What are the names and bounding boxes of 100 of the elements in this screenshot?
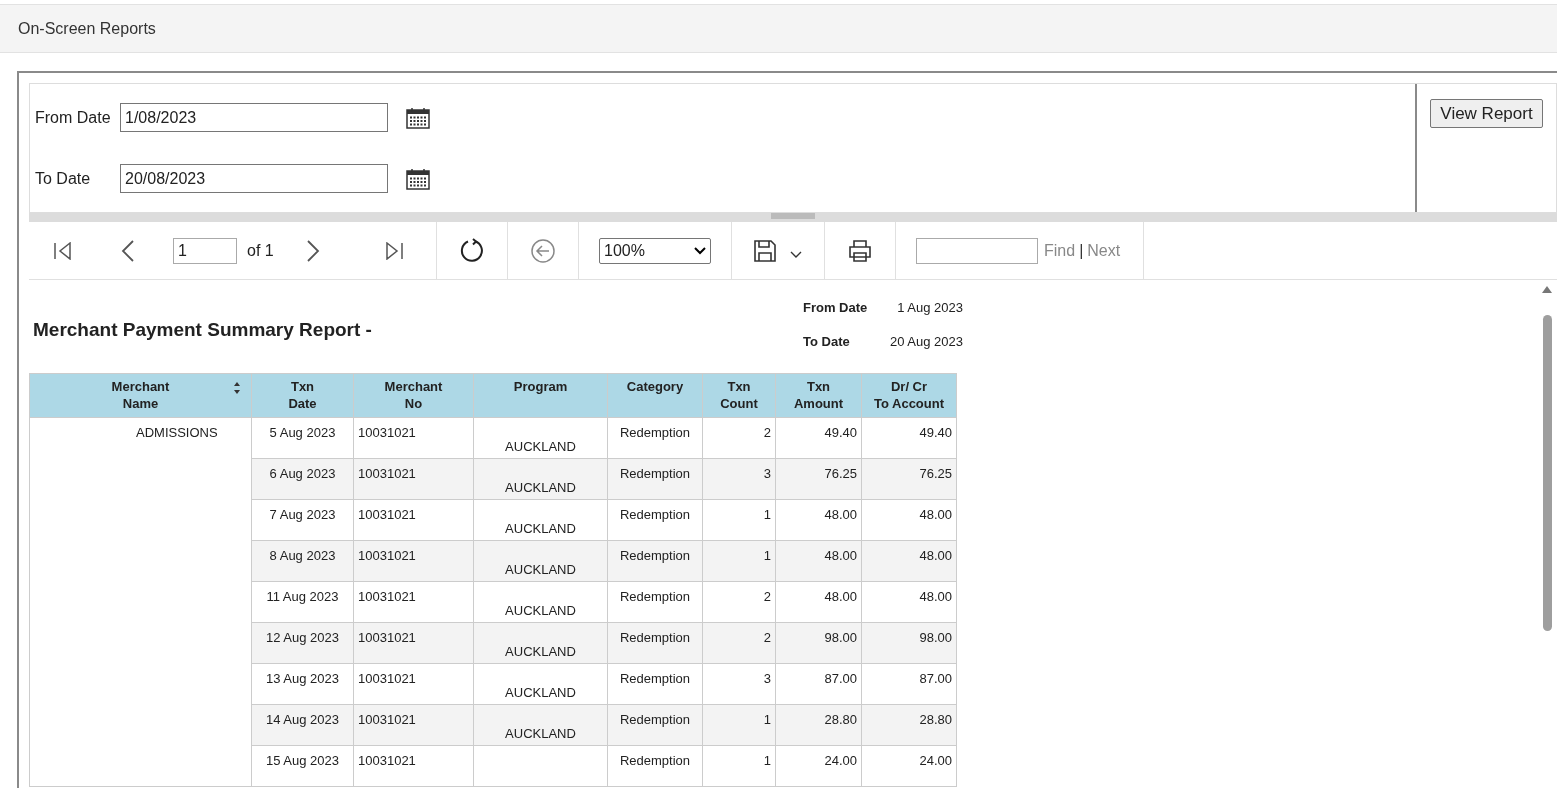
merchant-no-cell: 10031021 [353,540,474,582]
first-page-icon[interactable] [53,241,73,260]
date-cell: 6 Aug 2023 [251,458,354,500]
program-cell: AUCKLAND [473,499,608,541]
date-cell: 8 Aug 2023 [251,540,354,582]
date-cell: 15 Aug 2023 [251,745,354,787]
program-cell: AUCKLAND [473,540,608,582]
program-cell: AUCKLAND [473,458,608,500]
category-cell: Redemption [607,417,703,459]
account-cell: 98.00 [861,622,957,664]
count-cell: 2 [702,581,776,623]
program-cell: AUCKLAND [473,704,608,746]
program-cell: AUCKLAND [473,663,608,705]
date-cell: 12 Aug 2023 [251,622,354,664]
date-cell: 13 Aug 2023 [251,663,354,705]
separator-text: | [1079,240,1084,261]
count-cell: 3 [702,458,776,500]
previous-page-icon[interactable] [121,239,135,262]
column-header: Dr/ Cr To Account [861,373,957,418]
column-header: Txn Count [702,373,776,418]
column-header: Txn Amount [775,373,862,418]
merchant-name-cell: ADMISSIONS [29,417,252,787]
account-cell: 48.00 [861,581,957,623]
merchant-no-cell: 10031021 [353,458,474,500]
meta-label: To Date [803,332,851,351]
column-header: Merchant No [353,373,474,418]
category-cell: Redemption [607,540,703,582]
amount-cell: 48.00 [775,499,862,541]
merchant-no-cell: 10031021 [353,745,474,787]
account-cell: 49.40 [861,417,957,459]
zoom-select[interactable]: 100% [599,237,711,264]
dropdown-icon[interactable] [694,246,706,255]
meta-value: 1 Aug 2023 [896,299,963,317]
count-cell: 2 [702,622,776,664]
program-cell: AUCKLAND [473,417,608,459]
category-cell: Redemption [607,581,703,623]
print-icon[interactable] [848,238,872,263]
scroll-up-icon[interactable] [1542,286,1552,293]
column-header: Category [607,373,703,418]
amount-cell: 98.00 [775,622,862,664]
find-link[interactable]: Find [1044,238,1076,263]
account-cell: 48.00 [861,540,957,582]
merchant-no-cell: 10031021 [353,704,474,746]
column-header: Txn Date [251,373,354,418]
account-cell: 87.00 [861,663,957,705]
count-cell: 1 [702,745,776,787]
merchant-no-cell: 10031021 [353,663,474,705]
next-page-icon[interactable] [305,239,320,262]
account-cell: 48.00 [861,499,957,541]
merchant-no-cell: 10031021 [353,581,474,623]
category-cell: Redemption [607,499,703,541]
refresh-icon[interactable] [459,237,485,264]
parameter-label: To Date [35,168,92,189]
account-cell: 24.00 [861,745,957,787]
amount-cell: 49.40 [775,417,862,459]
report-title: Merchant Payment Summary Report - [32,318,373,342]
parameter-label: From Date [35,107,112,128]
category-cell: Redemption [607,622,703,664]
meta-value: 20 Aug 2023 [888,332,963,351]
sort-icon[interactable] [233,381,241,395]
amount-cell: 87.00 [775,663,862,705]
count-cell: 3 [702,663,776,705]
page-title: On-Screen Reports [18,18,156,39]
column-header: Program [473,373,608,418]
amount-cell: 48.00 [775,540,862,582]
calendar-icon[interactable] [406,106,430,129]
date-input[interactable]: 20/08/2023 [120,164,388,193]
merchant-no-cell: 10031021 [353,417,474,459]
category-cell: Redemption [607,458,703,500]
next-link[interactable]: Next [1087,238,1121,263]
account-cell: 76.25 [861,458,957,500]
program-cell: AUCKLAND [473,581,608,623]
page-count: of 1 [247,240,274,261]
caret-icon[interactable] [790,250,802,259]
count-cell: 2 [702,417,776,459]
category-cell: Redemption [607,745,703,787]
calendar-icon[interactable] [406,167,430,190]
date-cell: 7 Aug 2023 [251,499,354,541]
amount-cell: 28.80 [775,704,862,746]
amount-cell: 76.25 [775,458,862,500]
column-header[interactable]: Merchant Name [29,373,252,418]
view-report-button[interactable]: View Report [1430,99,1543,128]
account-cell: 28.80 [861,704,957,746]
date-cell: 14 Aug 2023 [251,704,354,746]
merchant-no-cell: 10031021 [353,499,474,541]
save-icon[interactable] [754,239,776,262]
back-icon[interactable] [530,237,556,264]
find-input[interactable] [916,237,1038,264]
last-page-icon[interactable] [383,241,404,260]
count-cell: 1 [702,704,776,746]
date-input[interactable]: 1/08/2023 [120,103,388,132]
amount-cell: 24.00 [775,745,862,787]
merchant-no-cell: 10031021 [353,622,474,664]
meta-label: From Date [803,299,869,317]
program-cell: AUCKLAND [473,622,608,664]
count-cell: 1 [702,499,776,541]
date-cell: 11 Aug 2023 [251,581,354,623]
page-number-input[interactable]: 1 [173,237,237,264]
category-cell: Redemption [607,704,703,746]
date-cell: 5 Aug 2023 [251,417,354,459]
